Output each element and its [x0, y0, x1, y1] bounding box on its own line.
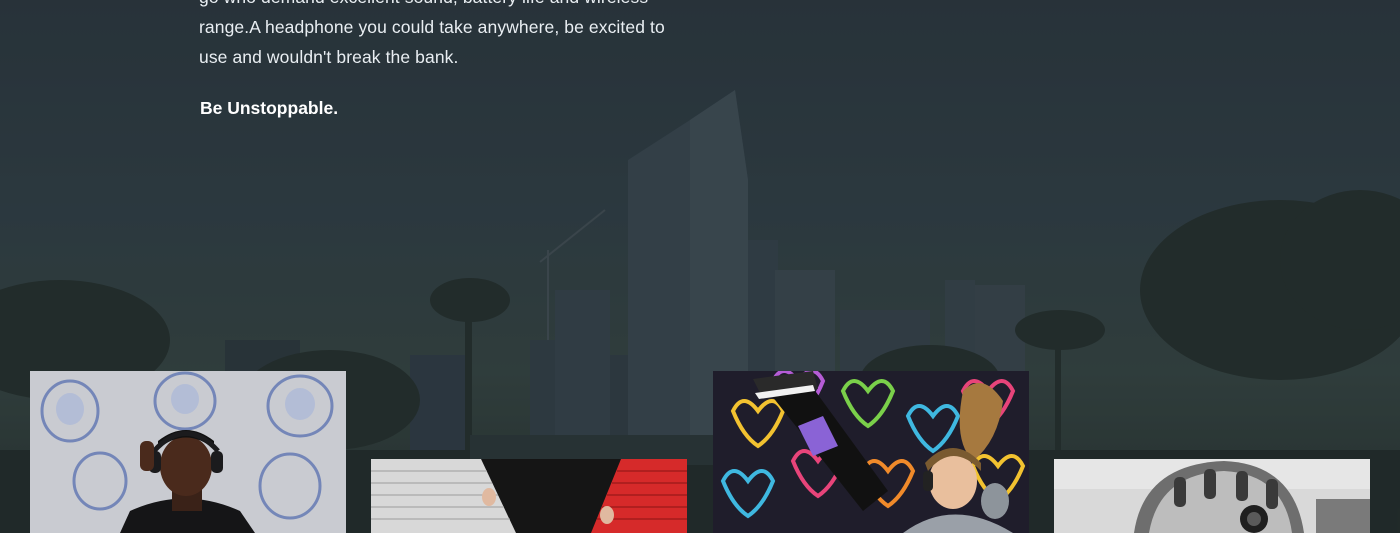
hero-body-line-1: go who demand excellent sound, battery l…: [199, 0, 699, 12]
gallery-image-heart-graffiti[interactable]: [713, 371, 1029, 533]
gallery-image-man-headphones[interactable]: [30, 371, 346, 533]
gallery-image-helmet-bw[interactable]: [1054, 459, 1370, 533]
hero-body-line-3: use and wouldn't break the bank.: [199, 47, 459, 67]
hero-copy: go who demand excellent sound, battery l…: [199, 0, 699, 119]
gallery-image-brick-wall[interactable]: [371, 459, 687, 533]
hero-tagline: Be Unstoppable.: [200, 98, 339, 118]
hero-body-line-2: range.A headphone you could take anywher…: [199, 17, 665, 37]
